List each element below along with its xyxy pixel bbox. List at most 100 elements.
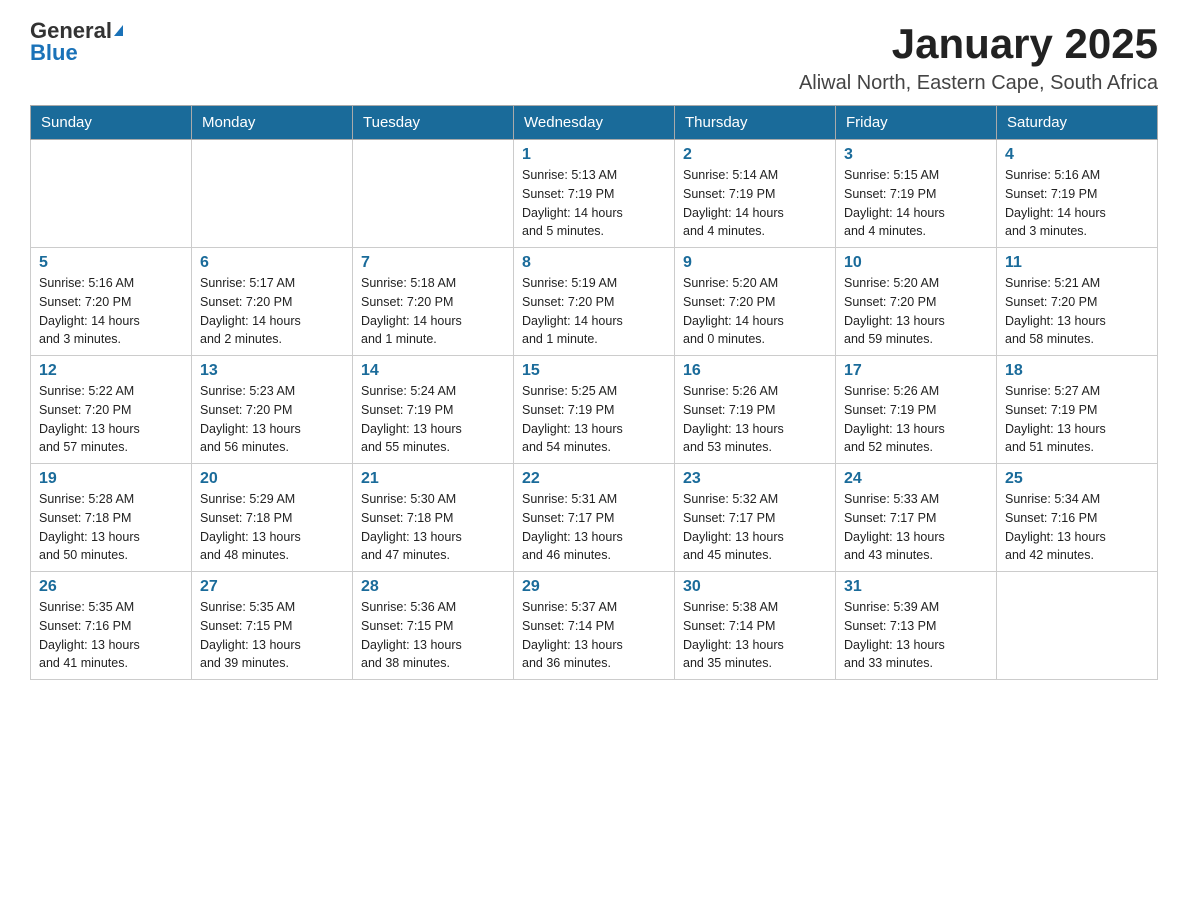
table-row: 14 Sunrise: 5:24 AMSunset: 7:19 PMDayligh… xyxy=(353,356,514,464)
day-number: 7 xyxy=(361,254,505,272)
day-number: 30 xyxy=(683,578,827,596)
day-number: 19 xyxy=(39,470,183,488)
table-row: 7 Sunrise: 5:18 AMSunset: 7:20 PMDaylight… xyxy=(353,248,514,356)
day-number: 24 xyxy=(844,470,988,488)
day-info: Sunrise: 5:22 AMSunset: 7:20 PMDaylight:… xyxy=(39,382,183,457)
table-row: 12 Sunrise: 5:22 AMSunset: 7:20 PMDayligh… xyxy=(31,356,192,464)
day-info: Sunrise: 5:29 AMSunset: 7:18 PMDaylight:… xyxy=(200,490,344,565)
day-info: Sunrise: 5:20 AMSunset: 7:20 PMDaylight:… xyxy=(844,274,988,349)
day-info: Sunrise: 5:16 AMSunset: 7:19 PMDaylight:… xyxy=(1005,166,1149,241)
day-info: Sunrise: 5:16 AMSunset: 7:20 PMDaylight:… xyxy=(39,274,183,349)
day-number: 14 xyxy=(361,362,505,380)
table-row: 18 Sunrise: 5:27 AMSunset: 7:19 PMDayligh… xyxy=(997,356,1158,464)
day-info: Sunrise: 5:35 AMSunset: 7:16 PMDaylight:… xyxy=(39,598,183,673)
page-header: General Blue January 2025 Aliwal North, … xyxy=(30,20,1158,95)
logo-general-text: General xyxy=(30,20,112,42)
table-row: 15Sunrise: 5:25 AMSunset: 7:19 PMDayligh… xyxy=(514,356,675,464)
table-row xyxy=(353,140,514,248)
day-number: 18 xyxy=(1005,362,1149,380)
day-number: 22 xyxy=(522,470,666,488)
header-monday: Monday xyxy=(192,106,353,140)
header-saturday: Saturday xyxy=(997,106,1158,140)
table-row: 9Sunrise: 5:20 AMSunset: 7:20 PMDaylight… xyxy=(675,248,836,356)
day-number: 25 xyxy=(1005,470,1149,488)
day-info: Sunrise: 5:35 AMSunset: 7:15 PMDaylight:… xyxy=(200,598,344,673)
table-row: 6Sunrise: 5:17 AMSunset: 7:20 PMDaylight… xyxy=(192,248,353,356)
table-row: 26 Sunrise: 5:35 AMSunset: 7:16 PMDayligh… xyxy=(31,572,192,680)
day-number: 5 xyxy=(39,254,183,272)
main-title: January 2025 xyxy=(799,20,1158,68)
day-number: 13 xyxy=(200,362,344,380)
logo: General Blue xyxy=(30,20,123,64)
day-info: Sunrise: 5:37 AMSunset: 7:14 PMDaylight:… xyxy=(522,598,666,673)
title-block: January 2025 Aliwal North, Eastern Cape,… xyxy=(799,20,1158,95)
table-row: 27 Sunrise: 5:35 AMSunset: 7:15 PMDayligh… xyxy=(192,572,353,680)
day-info: Sunrise: 5:31 AMSunset: 7:17 PMDaylight:… xyxy=(522,490,666,565)
day-info: Sunrise: 5:25 AMSunset: 7:19 PMDaylight:… xyxy=(522,382,666,457)
table-row xyxy=(997,572,1158,680)
calendar-week-row: 19 Sunrise: 5:28 AMSunset: 7:18 PMDayligh… xyxy=(31,464,1158,572)
day-info: Sunrise: 5:39 AMSunset: 7:13 PMDaylight:… xyxy=(844,598,988,673)
day-info: Sunrise: 5:17 AMSunset: 7:20 PMDaylight:… xyxy=(200,274,344,349)
day-number: 17 xyxy=(844,362,988,380)
day-number: 16 xyxy=(683,362,827,380)
day-info: Sunrise: 5:20 AMSunset: 7:20 PMDaylight:… xyxy=(683,274,827,349)
day-number: 3 xyxy=(844,146,988,164)
day-info: Sunrise: 5:26 AMSunset: 7:19 PMDaylight:… xyxy=(844,382,988,457)
day-number: 29 xyxy=(522,578,666,596)
table-row: 30 Sunrise: 5:38 AMSunset: 7:14 PMDayligh… xyxy=(675,572,836,680)
day-number: 23 xyxy=(683,470,827,488)
header-thursday: Thursday xyxy=(675,106,836,140)
day-info: Sunrise: 5:15 AMSunset: 7:19 PMDaylight:… xyxy=(844,166,988,241)
day-info: Sunrise: 5:27 AMSunset: 7:19 PMDaylight:… xyxy=(1005,382,1149,457)
day-info: Sunrise: 5:18 AMSunset: 7:20 PMDaylight:… xyxy=(361,274,505,349)
table-row: 23 Sunrise: 5:32 AMSunset: 7:17 PMDayligh… xyxy=(675,464,836,572)
day-number: 8 xyxy=(522,254,666,272)
table-row: 20Sunrise: 5:29 AMSunset: 7:18 PMDayligh… xyxy=(192,464,353,572)
table-row: 25 Sunrise: 5:34 AMSunset: 7:16 PMDayligh… xyxy=(997,464,1158,572)
day-info: Sunrise: 5:24 AMSunset: 7:19 PMDaylight:… xyxy=(361,382,505,457)
day-number: 26 xyxy=(39,578,183,596)
day-info: Sunrise: 5:30 AMSunset: 7:18 PMDaylight:… xyxy=(361,490,505,565)
table-row: 31Sunrise: 5:39 AMSunset: 7:13 PMDayligh… xyxy=(836,572,997,680)
table-row: 16 Sunrise: 5:26 AMSunset: 7:19 PMDayligh… xyxy=(675,356,836,464)
day-info: Sunrise: 5:13 AMSunset: 7:19 PMDaylight:… xyxy=(522,166,666,241)
header-wednesday: Wednesday xyxy=(514,106,675,140)
subtitle: Aliwal North, Eastern Cape, South Africa xyxy=(799,72,1158,95)
calendar-week-row: 26 Sunrise: 5:35 AMSunset: 7:16 PMDayligh… xyxy=(31,572,1158,680)
calendar-table: Sunday Monday Tuesday Wednesday Thursday… xyxy=(30,105,1158,680)
day-number: 12 xyxy=(39,362,183,380)
day-number: 21 xyxy=(361,470,505,488)
table-row: 17 Sunrise: 5:26 AMSunset: 7:19 PMDayligh… xyxy=(836,356,997,464)
table-row xyxy=(31,140,192,248)
day-info: Sunrise: 5:38 AMSunset: 7:14 PMDaylight:… xyxy=(683,598,827,673)
day-info: Sunrise: 5:36 AMSunset: 7:15 PMDaylight:… xyxy=(361,598,505,673)
table-row: 21 Sunrise: 5:30 AMSunset: 7:18 PMDayligh… xyxy=(353,464,514,572)
table-row: 22 Sunrise: 5:31 AMSunset: 7:17 PMDayligh… xyxy=(514,464,675,572)
day-number: 28 xyxy=(361,578,505,596)
header-tuesday: Tuesday xyxy=(353,106,514,140)
day-number: 27 xyxy=(200,578,344,596)
day-number: 10 xyxy=(844,254,988,272)
table-row: 24 Sunrise: 5:33 AMSunset: 7:17 PMDayligh… xyxy=(836,464,997,572)
table-row: 29 Sunrise: 5:37 AMSunset: 7:14 PMDayligh… xyxy=(514,572,675,680)
calendar-header-row: Sunday Monday Tuesday Wednesday Thursday… xyxy=(31,106,1158,140)
table-row: 2Sunrise: 5:14 AMSunset: 7:19 PMDaylight… xyxy=(675,140,836,248)
day-info: Sunrise: 5:32 AMSunset: 7:17 PMDaylight:… xyxy=(683,490,827,565)
table-row: 1 Sunrise: 5:13 AMSunset: 7:19 PMDaylight… xyxy=(514,140,675,248)
day-info: Sunrise: 5:33 AMSunset: 7:17 PMDaylight:… xyxy=(844,490,988,565)
day-number: 1 xyxy=(522,146,666,164)
day-info: Sunrise: 5:34 AMSunset: 7:16 PMDaylight:… xyxy=(1005,490,1149,565)
header-friday: Friday xyxy=(836,106,997,140)
table-row: 28 Sunrise: 5:36 AMSunset: 7:15 PMDayligh… xyxy=(353,572,514,680)
table-row: 10 Sunrise: 5:20 AMSunset: 7:20 PMDayligh… xyxy=(836,248,997,356)
table-row: 11Sunrise: 5:21 AMSunset: 7:20 PMDayligh… xyxy=(997,248,1158,356)
day-info: Sunrise: 5:14 AMSunset: 7:19 PMDaylight:… xyxy=(683,166,827,241)
calendar-week-row: 5 Sunrise: 5:16 AMSunset: 7:20 PMDaylight… xyxy=(31,248,1158,356)
day-info: Sunrise: 5:28 AMSunset: 7:18 PMDaylight:… xyxy=(39,490,183,565)
calendar-week-row: 1 Sunrise: 5:13 AMSunset: 7:19 PMDaylight… xyxy=(31,140,1158,248)
table-row: 4Sunrise: 5:16 AMSunset: 7:19 PMDaylight… xyxy=(997,140,1158,248)
table-row: 3 Sunrise: 5:15 AMSunset: 7:19 PMDaylight… xyxy=(836,140,997,248)
day-info: Sunrise: 5:21 AMSunset: 7:20 PMDaylight:… xyxy=(1005,274,1149,349)
day-info: Sunrise: 5:26 AMSunset: 7:19 PMDaylight:… xyxy=(683,382,827,457)
